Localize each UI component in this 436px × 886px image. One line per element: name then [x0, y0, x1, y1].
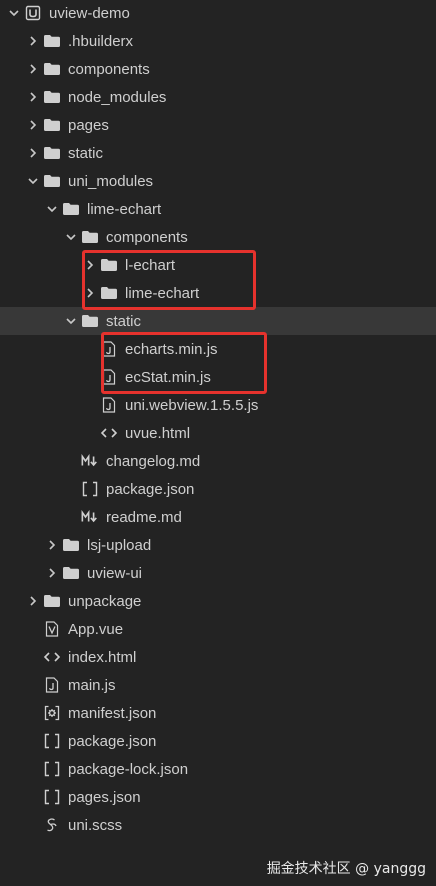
folder-icon	[43, 144, 61, 162]
tree-item-label: uview-demo	[49, 4, 130, 22]
json-file-icon	[43, 760, 61, 778]
highlight-box-static-files	[101, 332, 267, 394]
tree-row-readme-md[interactable]: readme.md	[0, 503, 436, 531]
tree-item-label: uni.webview.1.5.5.js	[125, 396, 259, 414]
tree-item-label: App.vue	[68, 620, 124, 638]
tree-row--hbuilderx[interactable]: .hbuilderx	[0, 27, 436, 55]
tree-item-label: readme.md	[106, 508, 182, 526]
chevron-right-icon[interactable]	[46, 567, 58, 579]
folder-icon	[43, 116, 61, 134]
tree-row-uni-modules[interactable]: uni_modules	[0, 167, 436, 195]
js-file-icon	[100, 396, 118, 414]
tree-row-uvue-html[interactable]: uvue.html	[0, 419, 436, 447]
tree-row-unpackage[interactable]: unpackage	[0, 587, 436, 615]
tree-row-main-js[interactable]: main.js	[0, 671, 436, 699]
folder-icon	[43, 172, 61, 190]
tree-row-pages[interactable]: pages	[0, 111, 436, 139]
tree-row-package-json[interactable]: package.json	[0, 475, 436, 503]
tree-item-label: package.json	[106, 480, 195, 498]
chevron-down-icon[interactable]	[27, 175, 39, 187]
tree-item-label: lime-echart	[87, 200, 162, 218]
html-file-icon	[43, 648, 61, 666]
tree-item-label: uvue.html	[125, 424, 191, 442]
tree-item-label: components	[106, 228, 188, 246]
folder-icon	[62, 200, 80, 218]
folder-icon	[62, 536, 80, 554]
tree-row-uni-webview-1-5-5-js[interactable]: uni.webview.1.5.5.js	[0, 391, 436, 419]
tree-item-label: uni.scss	[68, 816, 123, 834]
json-file-icon	[43, 732, 61, 750]
tree-item-label: components	[68, 60, 150, 78]
chevron-right-icon[interactable]	[27, 119, 39, 131]
markdown-file-icon	[81, 508, 99, 526]
tree-row-index-html[interactable]: index.html	[0, 643, 436, 671]
tree-row-changelog-md[interactable]: changelog.md	[0, 447, 436, 475]
folder-icon	[43, 60, 61, 78]
js-file-icon	[43, 676, 61, 694]
tree-item-label: unpackage	[68, 592, 142, 610]
tree-row-uni-scss[interactable]: uni.scss	[0, 811, 436, 839]
tree-row-manifest-json[interactable]: manifest.json	[0, 699, 436, 727]
chevron-right-icon[interactable]	[46, 539, 58, 551]
tree-row-lsj-upload[interactable]: lsj-upload	[0, 531, 436, 559]
chevron-right-icon[interactable]	[27, 91, 39, 103]
scss-file-icon	[43, 816, 61, 834]
tree-item-label: static	[68, 144, 104, 162]
tree-row-lime-echart[interactable]: lime-echart	[0, 195, 436, 223]
chevron-right-icon[interactable]	[27, 35, 39, 47]
markdown-file-icon	[81, 452, 99, 470]
chevron-right-icon[interactable]	[27, 595, 39, 607]
folder-icon	[43, 88, 61, 106]
chevron-down-icon[interactable]	[8, 7, 20, 19]
watermark-text: 掘金技术社区 @ yanggg	[266, 861, 426, 877]
chevron-right-icon[interactable]	[27, 147, 39, 159]
chevron-down-icon[interactable]	[46, 203, 58, 215]
tree-row-package-json[interactable]: package.json	[0, 727, 436, 755]
json-file-icon	[43, 788, 61, 806]
project-icon	[24, 4, 42, 22]
tree-item-label: package-lock.json	[68, 760, 189, 778]
chevron-right-icon[interactable]	[27, 63, 39, 75]
tree-item-label: pages	[68, 116, 109, 134]
tree-item-label: node_modules	[68, 88, 167, 106]
tree-item-label: static	[106, 312, 142, 330]
tree-row-uview-ui[interactable]: uview-ui	[0, 559, 436, 587]
tree-row-components[interactable]: components	[0, 223, 436, 251]
tree-item-label: manifest.json	[68, 704, 157, 722]
html-file-icon	[100, 424, 118, 442]
manifest-file-icon	[43, 704, 61, 722]
tree-row-static[interactable]: static	[0, 139, 436, 167]
vue-file-icon	[43, 620, 61, 638]
folder-icon	[43, 32, 61, 50]
json-file-icon	[81, 480, 99, 498]
tree-row-pages-json[interactable]: pages.json	[0, 783, 436, 811]
tree-item-label: uview-ui	[87, 564, 143, 582]
folder-icon	[62, 564, 80, 582]
highlight-box-components	[82, 250, 256, 310]
tree-item-label: uni_modules	[68, 172, 154, 190]
chevron-down-icon[interactable]	[65, 315, 77, 327]
tree-row-app-vue[interactable]: App.vue	[0, 615, 436, 643]
folder-icon	[81, 228, 99, 246]
tree-row-static[interactable]: static	[0, 307, 436, 335]
chevron-down-icon[interactable]	[65, 231, 77, 243]
tree-row-package-lock-json[interactable]: package-lock.json	[0, 755, 436, 783]
tree-item-label: main.js	[68, 676, 116, 694]
tree-item-label: changelog.md	[106, 452, 201, 470]
tree-item-label: lsj-upload	[87, 536, 152, 554]
tree-item-label: index.html	[68, 648, 137, 666]
tree-row-node-modules[interactable]: node_modules	[0, 83, 436, 111]
tree-row-components[interactable]: components	[0, 55, 436, 83]
tree-item-label: package.json	[68, 732, 157, 750]
folder-icon	[81, 312, 99, 330]
folder-icon	[43, 592, 61, 610]
tree-row-uviewdemo[interactable]: uview-demo	[0, 0, 436, 27]
tree-item-label: .hbuilderx	[68, 32, 134, 50]
tree-item-label: pages.json	[68, 788, 141, 806]
